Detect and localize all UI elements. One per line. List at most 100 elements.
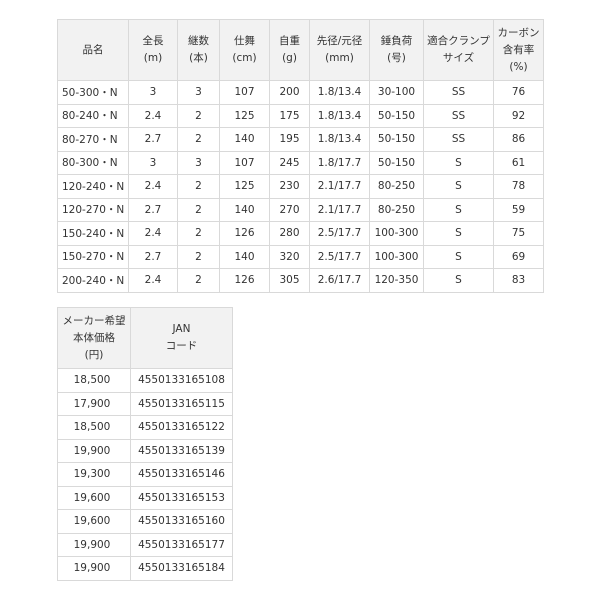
cell-carbon-content: 69: [493, 244, 544, 269]
cell-closed-length: 140: [219, 244, 270, 269]
cell-tip-butt-diameter: 1.8/13.4: [309, 80, 370, 105]
cell-closed-length: 140: [219, 127, 270, 152]
cell-weight: 230: [269, 174, 310, 199]
cell-price: 17,900: [57, 391, 131, 416]
cell-closed-length: 126: [219, 221, 270, 246]
cell-sinker-load: 50-150: [369, 103, 424, 128]
table-row: 150-270・N 2.7 2 140 320 2.5/17.7 100-300…: [57, 244, 544, 269]
cell-closed-length: 125: [219, 174, 270, 199]
table-row: 150-240・N 2.4 2 126 280 2.5/17.7 100-300…: [57, 221, 544, 246]
cell-weight: 175: [269, 103, 310, 128]
cell-carbon-content: 92: [493, 103, 544, 128]
cell-price: 18,500: [57, 368, 131, 393]
cell-carbon-content: 83: [493, 268, 544, 293]
cell-weight: 195: [269, 127, 310, 152]
cell-length: 2.7: [128, 197, 178, 222]
cell-length: 2.4: [128, 103, 178, 128]
cell-sinker-load: 30-100: [369, 80, 424, 105]
cell-weight: 320: [269, 244, 310, 269]
cell-tip-butt-diameter: 2.6/17.7: [309, 268, 370, 293]
cell-weight: 270: [269, 197, 310, 222]
cell-jan-code: 4550133165108: [130, 368, 233, 393]
cell-length: 3: [128, 80, 178, 105]
cell-sections: 2: [177, 174, 220, 199]
cell-jan-code: 4550133165146: [130, 462, 233, 487]
header-product-name: 品名: [57, 19, 129, 81]
cell-carbon-content: 75: [493, 221, 544, 246]
cell-sections: 2: [177, 127, 220, 152]
cell-clamp-size: S: [423, 221, 494, 246]
cell-length: 2.4: [128, 174, 178, 199]
cell-weight: 305: [269, 268, 310, 293]
cell-jan-code: 4550133165160: [130, 509, 233, 534]
cell-product-name: 120-240・N: [57, 174, 129, 199]
header-jan-code: JAN コード: [130, 307, 233, 369]
cell-product-name: 80-300・N: [57, 150, 129, 175]
table-row: 80-300・N 3 3 107 245 1.8/17.7 50-150 S 6…: [57, 150, 544, 175]
cell-weight: 200: [269, 80, 310, 105]
cell-product-name: 80-240・N: [57, 103, 129, 128]
cell-jan-code: 4550133165115: [130, 391, 233, 416]
cell-closed-length: 125: [219, 103, 270, 128]
cell-price: 19,900: [57, 556, 131, 581]
cell-product-name: 80-270・N: [57, 127, 129, 152]
cell-product-name: 50-300・N: [57, 80, 129, 105]
header-length: 全長 (m): [128, 19, 178, 81]
spec-table: 品名 全長 (m) 継数 (本) 仕舞 (cm) 自重 (g) 先径/元径 (mm) 錘負…: [57, 19, 544, 293]
header-sinker-load: 錘負荷 (号): [369, 19, 424, 81]
table-row: 50-300・N 3 3 107 200 1.8/13.4 30-100 SS …: [57, 80, 544, 105]
cell-carbon-content: 86: [493, 127, 544, 152]
cell-carbon-content: 61: [493, 150, 544, 175]
table-row: 80-240・N 2.4 2 125 175 1.8/13.4 50-150 S…: [57, 103, 544, 128]
cell-tip-butt-diameter: 2.5/17.7: [309, 221, 370, 246]
table-row: 19,600 4550133165160: [57, 509, 233, 534]
cell-weight: 280: [269, 221, 310, 246]
cell-jan-code: 4550133165177: [130, 532, 233, 557]
cell-sections: 2: [177, 103, 220, 128]
cell-length: 2.7: [128, 127, 178, 152]
table-row: 18,500 4550133165122: [57, 415, 233, 440]
table-row: 120-270・N 2.7 2 140 270 2.1/17.7 80-250 …: [57, 197, 544, 222]
cell-weight: 245: [269, 150, 310, 175]
header-clamp-size: 適合クランプ サイズ: [423, 19, 494, 81]
cell-carbon-content: 59: [493, 197, 544, 222]
cell-closed-length: 140: [219, 197, 270, 222]
header-retail-price: メーカー希望 本体価格 (円): [57, 307, 131, 369]
cell-sinker-load: 100-300: [369, 221, 424, 246]
cell-clamp-size: S: [423, 244, 494, 269]
cell-sinker-load: 80-250: [369, 197, 424, 222]
cell-clamp-size: S: [423, 150, 494, 175]
cell-jan-code: 4550133165153: [130, 485, 233, 510]
cell-closed-length: 126: [219, 268, 270, 293]
cell-closed-length: 107: [219, 80, 270, 105]
cell-tip-butt-diameter: 2.1/17.7: [309, 197, 370, 222]
cell-price: 19,600: [57, 485, 131, 510]
cell-jan-code: 4550133165122: [130, 415, 233, 440]
cell-clamp-size: SS: [423, 103, 494, 128]
cell-clamp-size: S: [423, 174, 494, 199]
cell-closed-length: 107: [219, 150, 270, 175]
cell-price: 19,600: [57, 509, 131, 534]
cell-carbon-content: 76: [493, 80, 544, 105]
price-table: メーカー希望 本体価格 (円) JAN コード 18,500 455013316510…: [57, 307, 233, 581]
cell-product-name: 200-240・N: [57, 268, 129, 293]
table-row: 19,600 4550133165153: [57, 485, 233, 510]
cell-product-name: 150-240・N: [57, 221, 129, 246]
cell-tip-butt-diameter: 2.1/17.7: [309, 174, 370, 199]
cell-jan-code: 4550133165184: [130, 556, 233, 581]
cell-length: 2.4: [128, 221, 178, 246]
cell-price: 19,900: [57, 532, 131, 557]
header-tip-butt-diameter: 先径/元径 (mm): [309, 19, 370, 81]
table-row: 19,900 4550133165184: [57, 556, 233, 581]
cell-price: 19,900: [57, 438, 131, 463]
table-row: 19,900 4550133165177: [57, 532, 233, 557]
cell-jan-code: 4550133165139: [130, 438, 233, 463]
header-carbon-content: カーボン 含有率 (%): [493, 19, 544, 81]
cell-product-name: 150-270・N: [57, 244, 129, 269]
table-row: 200-240・N 2.4 2 126 305 2.6/17.7 120-350…: [57, 268, 544, 293]
cell-sinker-load: 80-250: [369, 174, 424, 199]
cell-tip-butt-diameter: 2.5/17.7: [309, 244, 370, 269]
cell-clamp-size: S: [423, 268, 494, 293]
cell-length: 3: [128, 150, 178, 175]
cell-price: 19,300: [57, 462, 131, 487]
